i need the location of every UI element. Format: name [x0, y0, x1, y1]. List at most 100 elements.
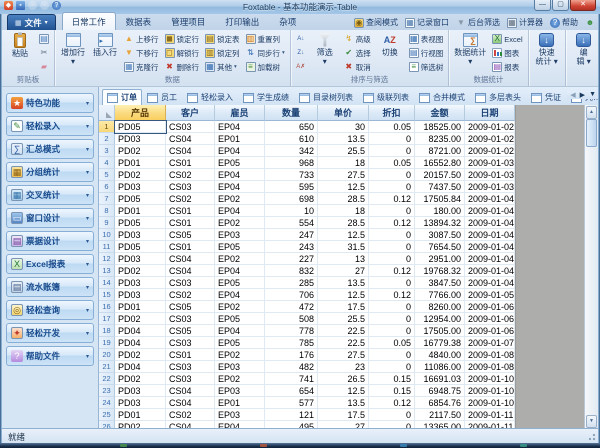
table-cell[interactable]: PD01 [115, 409, 166, 421]
table-cell[interactable]: PD05 [115, 217, 166, 229]
ribbon-tab[interactable]: 数据表 [116, 12, 162, 30]
sidebar-item[interactable]: ◎轻松查询▾ [6, 300, 94, 320]
tab-list-icon[interactable]: ▼ [589, 91, 596, 99]
sidebar-item[interactable]: ?帮助文件▾ [6, 346, 94, 366]
ribbon-button[interactable]: Z↓ [294, 46, 308, 60]
select-all-corner[interactable] [99, 105, 115, 121]
ribbon-button[interactable]: ▲上移行 [122, 32, 161, 46]
table-cell[interactable]: CS04 [166, 265, 215, 277]
table-cell[interactable]: 698 [265, 193, 318, 205]
table-cell[interactable]: 6948.75 [415, 385, 465, 397]
table-cell[interactable]: 0.12 [369, 265, 415, 277]
table-cell[interactable]: EP04 [215, 145, 265, 157]
sidebar-item[interactable]: ▦交叉统计▾ [6, 185, 94, 205]
ribbon-right-tool[interactable]: ☻ [585, 18, 595, 28]
row-number[interactable]: 19 [99, 337, 115, 349]
table-cell[interactable]: EP04 [215, 169, 265, 181]
table-cell[interactable]: 0.12 [369, 397, 415, 409]
table-cell[interactable]: 22.5 [318, 337, 369, 349]
table-cell[interactable]: 243 [265, 241, 318, 253]
row-number[interactable]: 4 [99, 157, 115, 169]
table-cell[interactable]: PD03 [115, 133, 166, 145]
column-header[interactable]: 产品 [115, 105, 166, 121]
table-cell[interactable]: CS01 [166, 241, 215, 253]
table-cell[interactable]: 2009-01-02 [465, 145, 515, 157]
table-cell[interactable]: 2009-01-04 [465, 265, 515, 277]
table-cell[interactable]: 0 [369, 169, 415, 181]
table-cell[interactable]: 2009-01-03 [465, 169, 515, 181]
table-cell[interactable]: 2009-01-04 [465, 217, 515, 229]
table-cell[interactable]: 3847.50 [415, 277, 465, 289]
table-cell[interactable]: EP03 [215, 409, 265, 421]
ribbon-right-tool[interactable]: ?帮助 [550, 17, 578, 28]
column-header[interactable]: 日期 [465, 105, 515, 121]
table-cell[interactable]: 4840.00 [415, 349, 465, 361]
table-cell[interactable]: 2009-01-07 [465, 337, 515, 349]
table-cell[interactable]: 19768.32 [415, 265, 465, 277]
table-cell[interactable]: 2951.00 [415, 253, 465, 265]
scroll-down-icon[interactable]: ▼ [586, 415, 597, 428]
table-cell[interactable]: 342 [265, 145, 318, 157]
table-cell[interactable]: 180.00 [415, 205, 465, 217]
table-cell[interactable]: 2009-01-10 [465, 385, 515, 397]
table-cell[interactable]: PD04 [115, 325, 166, 337]
row-number[interactable]: 16 [99, 301, 115, 313]
table-cell[interactable]: 12954.00 [415, 313, 465, 325]
ribbon-button[interactable]: ✖取消 [342, 60, 373, 74]
ribbon-button[interactable]: ▰ [37, 60, 51, 74]
table-cell[interactable]: 472 [265, 301, 318, 313]
table-cell[interactable]: 16779.38 [415, 337, 465, 349]
table-cell[interactable]: 25.5 [318, 145, 369, 157]
sidebar-item[interactable]: XExcel报表▾ [6, 254, 94, 274]
row-number[interactable]: 11 [99, 241, 115, 253]
column-header[interactable]: 客户 [166, 105, 215, 121]
table-cell[interactable]: EP05 [215, 337, 265, 349]
table-cell[interactable]: 8235.00 [415, 133, 465, 145]
table-cell[interactable]: CS03 [166, 277, 215, 289]
table-cell[interactable]: 6854.76 [415, 397, 465, 409]
table-cell[interactable]: 785 [265, 337, 318, 349]
table-cell[interactable]: 0 [369, 313, 415, 325]
table-cell[interactable]: 16691.03 [415, 373, 465, 385]
ribbon-button[interactable]: ⇅同步行▾ [244, 46, 287, 60]
table-cell[interactable]: CS03 [166, 313, 215, 325]
table-cell[interactable]: PD02 [115, 313, 166, 325]
table-cell[interactable]: 0.12 [369, 217, 415, 229]
table-cell[interactable]: 17505.00 [415, 325, 465, 337]
table-cell[interactable]: CS04 [166, 385, 215, 397]
table-cell[interactable]: CS02 [166, 193, 215, 205]
table-cell[interactable]: 0 [369, 349, 415, 361]
table-tab[interactable]: 轻松录入 [182, 89, 238, 105]
table-cell[interactable]: 17505.84 [415, 193, 465, 205]
table-cell[interactable]: CS01 [166, 157, 215, 169]
table-cell[interactable]: EP01 [215, 397, 265, 409]
table-cell[interactable]: EP05 [215, 313, 265, 325]
table-cell[interactable]: EP04 [215, 181, 265, 193]
table-cell[interactable]: 508 [265, 313, 318, 325]
table-cell[interactable]: CS03 [166, 361, 215, 373]
table-cell[interactable]: PD03 [115, 289, 166, 301]
table-cell[interactable]: 0 [369, 205, 415, 217]
table-cell[interactable]: 16552.80 [415, 157, 465, 169]
table-cell[interactable]: 2009-01-04 [465, 205, 515, 217]
table-cell[interactable]: 706 [265, 289, 318, 301]
sidebar-item[interactable]: ▭窗口设计▾ [6, 208, 94, 228]
sidebar-item[interactable]: ∑汇总模式▾ [6, 139, 94, 159]
table-cell[interactable]: 2009-01-06 [465, 301, 515, 313]
ribbon-right-tool[interactable]: ▦记录窗口 [405, 17, 449, 28]
ribbon-button[interactable]: 图表 [490, 46, 524, 60]
ribbon-button[interactable]: 粘贴 [5, 31, 35, 75]
table-cell[interactable]: PD05 [115, 121, 166, 133]
ribbon-tab[interactable]: 管理项目 [161, 12, 215, 30]
table-cell[interactable]: PD01 [115, 157, 166, 169]
table-cell[interactable]: CS03 [166, 181, 215, 193]
table-cell[interactable]: 2009-01-10 [465, 397, 515, 409]
table-cell[interactable]: 10 [265, 205, 318, 217]
ribbon-button[interactable]: ◼锁定行 [163, 32, 202, 46]
row-number[interactable]: 24 [99, 397, 115, 409]
column-header[interactable]: 数量 [265, 105, 318, 121]
ribbon-button[interactable]: 编辑 ▾ [569, 31, 598, 75]
ribbon-button[interactable]: ✔选择 [342, 46, 373, 60]
table-tab[interactable]: 目录树列表 [294, 89, 358, 105]
table-cell[interactable]: 832 [265, 265, 318, 277]
